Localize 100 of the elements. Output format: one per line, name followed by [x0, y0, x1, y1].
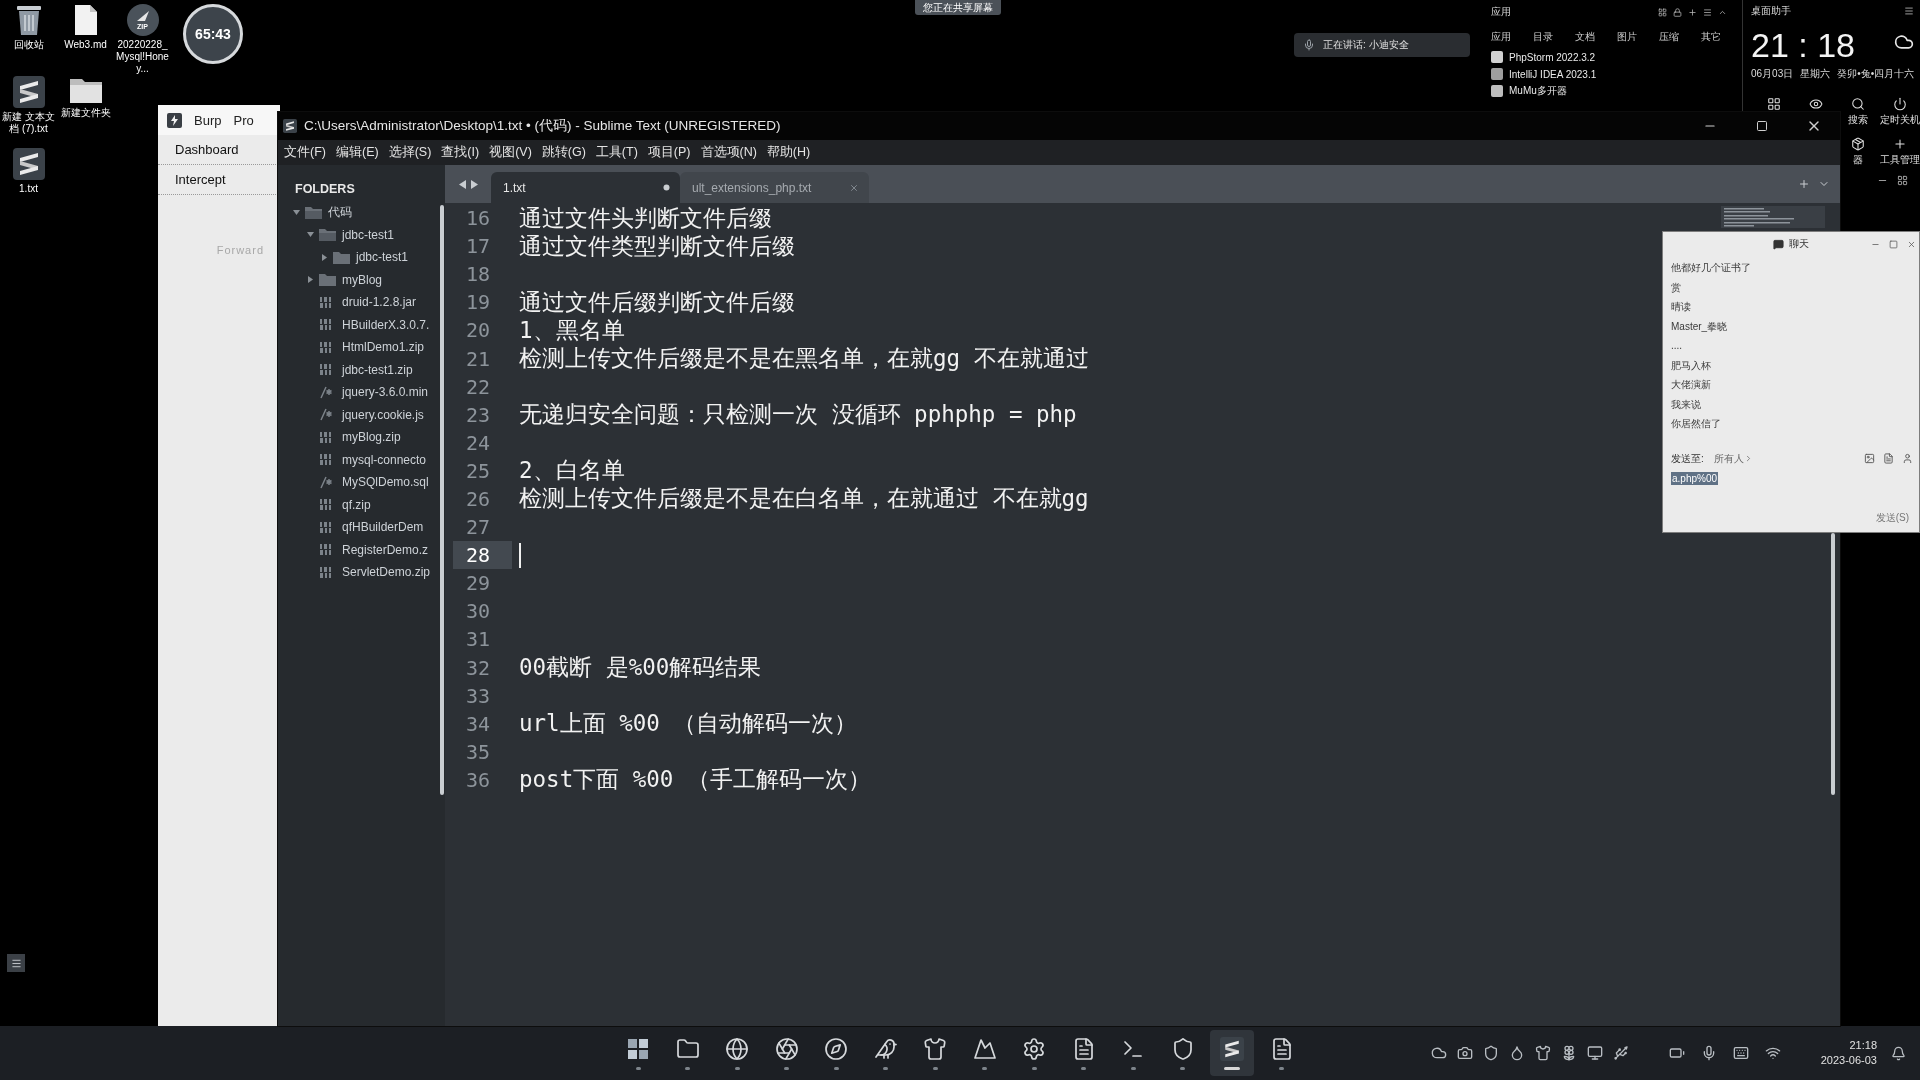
file-item[interactable]: jdbc-test1.zip — [342, 362, 413, 377]
plus-icon[interactable] — [1688, 7, 1697, 17]
file-item[interactable]: qfHBuilderDem — [342, 520, 424, 535]
tool-button[interactable]: 搜索 — [1848, 97, 1868, 126]
tool-button[interactable]: 器 — [1851, 137, 1865, 166]
cloud-icon[interactable] — [1430, 1045, 1447, 1061]
tool-button[interactable] — [1809, 97, 1823, 111]
menu-item[interactable]: 首选项(N) — [695, 144, 762, 161]
camera-icon[interactable] — [1456, 1045, 1473, 1061]
new-tab-icon[interactable] — [1798, 178, 1810, 190]
maximize-icon[interactable] — [1889, 239, 1898, 249]
screen-share-banner: 您正在共享屏幕 — [915, 0, 1001, 15]
chat-message: Master_拳晓 — [1671, 319, 1728, 334]
desktop-icon-label[interactable]: 新建文件夹 — [56, 107, 115, 119]
line-number: 30 — [464, 598, 491, 626]
lunar-date-text: 癸卯•兔•四月十六 — [1837, 67, 1915, 81]
menu-item[interactable]: 视图(V) — [484, 144, 537, 161]
shield-icon[interactable] — [1482, 1045, 1499, 1061]
line-number: 20 — [464, 317, 491, 345]
monitor-icon[interactable] — [1586, 1045, 1603, 1061]
desktop-icon-label[interactable]: 20220228_Mysql!Honey... — [113, 39, 172, 75]
menu-item[interactable]: 工具(T) — [590, 144, 643, 161]
file-item[interactable]: jquery-3.6.0.min — [342, 385, 429, 400]
panel-tab[interactable]: 图片 — [1617, 30, 1637, 44]
forward-arrow-icon[interactable] — [469, 179, 478, 189]
app-shortcut[interactable]: IntelliJ IDEA 2023.1 — [1509, 68, 1597, 80]
menu-item[interactable]: 查找(I) — [436, 144, 485, 161]
file-item[interactable]: mysql-connecto — [342, 452, 427, 467]
message-input[interactable]: a.php%00 — [1671, 470, 1911, 509]
close-tab-icon[interactable] — [849, 182, 859, 193]
person-icon[interactable] — [1902, 453, 1913, 464]
desktop-icon-label[interactable]: 1.txt — [0, 183, 58, 195]
file-item[interactable]: RegisterDemo.z — [342, 542, 429, 557]
grid-icon[interactable] — [1658, 7, 1667, 17]
menu-tab[interactable]: Burp — [194, 112, 222, 128]
taskbar-app-button[interactable] — [1210, 1030, 1255, 1076]
wifi-icon[interactable] — [1764, 1045, 1781, 1061]
file-tab[interactable]: 1.txt — [491, 172, 680, 203]
app-shortcut[interactable]: MuMu多开器 — [1509, 84, 1567, 98]
collapsed-arrow-icon[interactable] — [306, 275, 315, 285]
folder-item[interactable]: jdbc-test1 — [356, 250, 409, 265]
menu-icon[interactable] — [1904, 6, 1914, 16]
back-arrow-icon[interactable] — [458, 179, 467, 189]
menu-item[interactable]: 帮助(H) — [761, 144, 816, 161]
line-number: 25 — [464, 457, 491, 485]
collapsed-arrow-icon[interactable] — [320, 252, 329, 262]
menu-item[interactable]: 项目(P) — [642, 144, 696, 161]
search-icon — [1851, 97, 1865, 111]
line-number: 24 — [464, 429, 491, 457]
folder-item[interactable]: myBlog — [342, 272, 382, 287]
folder-item[interactable]: jdbc-test1 — [342, 227, 395, 242]
shirt-icon[interactable] — [1534, 1045, 1551, 1061]
panel-tab[interactable]: 其它 — [1701, 30, 1721, 44]
panel-tab[interactable]: 压缩 — [1659, 30, 1679, 44]
recipient-dropdown[interactable]: 所有人 — [1713, 451, 1753, 466]
folder-item[interactable]: 代码 — [328, 203, 352, 221]
file-item[interactable]: jquery.cookie.js — [342, 407, 424, 422]
panel-tab[interactable]: 应用 — [1491, 30, 1511, 44]
menu-icon[interactable] — [1703, 7, 1712, 17]
menu-item[interactable]: 选择(S) — [383, 144, 437, 161]
file-tab[interactable]: ult_extensions_php.txt — [680, 172, 869, 203]
menu-tab[interactable]: Pro — [233, 112, 254, 128]
battery-icon[interactable] — [1668, 1045, 1685, 1061]
send-button[interactable]: 发送(S) — [1875, 510, 1909, 525]
app-shortcut[interactable]: PhpStorm 2022.3.2 — [1509, 51, 1596, 63]
bird-icon — [873, 1036, 898, 1061]
usb-icon[interactable] — [1612, 1045, 1629, 1061]
tool-button[interactable] — [1767, 97, 1781, 111]
panel-tab[interactable]: 目录 — [1533, 30, 1553, 44]
expanded-arrow-icon[interactable] — [292, 207, 301, 217]
menu-item[interactable]: 编辑(E) — [330, 144, 384, 161]
line-number: 27 — [464, 514, 491, 542]
file-item[interactable]: myBlog.zip — [342, 430, 401, 445]
aperture-icon — [774, 1036, 799, 1061]
file-item[interactable]: MySQlDemo.sql — [342, 475, 429, 490]
side-dock-button[interactable] — [7, 954, 25, 972]
notification-icon[interactable] — [1891, 1045, 1906, 1061]
menu-item[interactable]: 跳转(G) — [536, 144, 591, 161]
file-item[interactable]: HtmlDemo1.zip — [342, 340, 425, 355]
lock-icon[interactable] — [1673, 7, 1682, 17]
keyboard-icon[interactable] — [1732, 1045, 1749, 1061]
grid-icon[interactable] — [1897, 175, 1908, 186]
close-icon[interactable] — [1907, 239, 1916, 249]
tool-button[interactable]: 工具管理 — [1880, 137, 1920, 166]
file-icon[interactable] — [1883, 453, 1894, 464]
file-item[interactable]: qf.zip — [342, 497, 371, 512]
file-item[interactable]: druid-1.2.8.jar — [342, 295, 417, 310]
panel-tab[interactable]: 文档 — [1575, 30, 1595, 44]
gear-icon — [1022, 1036, 1047, 1061]
desktop-icon-label[interactable]: 新建 文本文档 (7).txt — [0, 111, 58, 135]
chat-message: 晴读 — [1671, 300, 1691, 314]
file-item[interactable]: HBuilderX.3.0.7. — [342, 317, 430, 332]
file-item[interactable]: ServletDemo.zip — [342, 565, 431, 580]
editor-logo-icon — [12, 76, 45, 108]
tool-button[interactable]: 定时关机 — [1880, 97, 1920, 126]
expanded-arrow-icon[interactable] — [306, 230, 315, 240]
picture-icon[interactable] — [1864, 453, 1875, 464]
menu-item[interactable]: 文件(F) — [279, 144, 331, 161]
desktop-icon-label[interactable]: Web3.md — [56, 39, 115, 51]
desktop-icon-label[interactable]: 回收站 — [0, 39, 58, 51]
